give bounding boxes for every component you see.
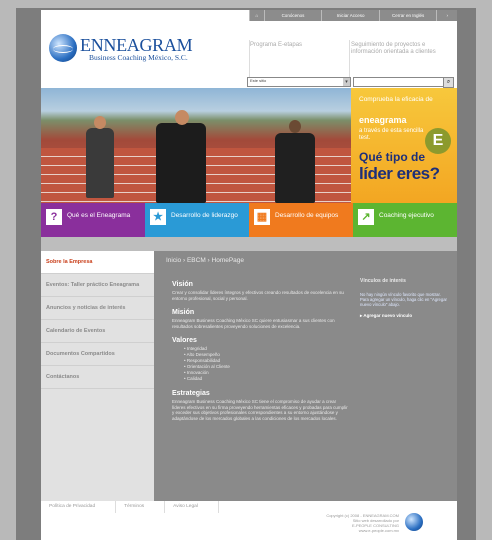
- header-link-program[interactable]: Programa E-etapas: [250, 42, 302, 48]
- logo-subtitle: Business Coaching México, S.C.: [89, 53, 188, 62]
- breadcrumb[interactable]: Inicio › EBCM › HomePage: [166, 257, 244, 264]
- footer-link-privacy[interactable]: Política de Privacidad: [41, 501, 117, 513]
- sidebar-nav: Sobre la Empresa Eventos: Taller práctic…: [41, 251, 160, 501]
- sidebar-item-documentos[interactable]: Documentos Compartidos: [41, 343, 154, 366]
- sidebar-item-sobre-empresa[interactable]: Sobre la Empresa: [41, 251, 160, 274]
- promo-question2: líder eres?: [359, 164, 440, 183]
- person-left: [86, 128, 114, 198]
- topbar-link-login[interactable]: Iniciar Acceso: [321, 10, 379, 21]
- tile-desarrollo-equipos[interactable]: ▦ Desarrollo de equipos: [249, 203, 353, 237]
- topbar-link-about[interactable]: Conócenos: [263, 10, 322, 21]
- separator-band: [41, 237, 457, 251]
- footer-link-legal[interactable]: Aviso Legal: [165, 501, 219, 513]
- tile-coaching-ejecutivo[interactable]: ↗ Coaching ejecutivo: [353, 203, 457, 237]
- main-content-area: Inicio › EBCM › HomePage Visión Crear y …: [154, 251, 457, 501]
- footer-nav: Política de Privacidad Términos Aviso Le…: [41, 501, 219, 513]
- topbar-link-english[interactable]: Cerrar en Inglés: [378, 10, 437, 21]
- sidebar-item-anuncios[interactable]: Anuncios y noticias de interés: [41, 297, 154, 320]
- footer-globe-icon: [405, 513, 423, 531]
- developer-url[interactable]: www.e-people.com.mx: [289, 528, 399, 533]
- favorite-links-panel: Vínculos de interés No hay ningún víncul…: [360, 278, 450, 478]
- globe-logo-icon: [49, 34, 77, 62]
- arrow-icon: ↗: [358, 209, 374, 225]
- tile-que-es-eneagrama[interactable]: ? Qué es el Eneagrama: [41, 203, 145, 237]
- person-right: [275, 133, 315, 203]
- vision-text: Crear y consolidar líderes íntegros y ef…: [172, 290, 344, 301]
- site-logo[interactable]: ENNEAGRAM Business Coaching México, S.C.: [49, 32, 229, 72]
- promo-brand: eneagrama: [359, 115, 407, 125]
- favorite-links-empty-text: No hay ningún vínculo favorito que mostr…: [360, 292, 447, 307]
- team-icon: ▦: [254, 209, 270, 225]
- page: ⌂ Conócenos Iniciar Acceso Cerrar en Ing…: [41, 10, 457, 540]
- person-center: [156, 123, 206, 203]
- chevron-down-icon: ▾: [343, 78, 350, 86]
- vision-heading: Visión: [172, 281, 193, 288]
- site-scope-select[interactable]: Este sitio ▾: [247, 77, 351, 87]
- sidebar-item-calendario[interactable]: Calendario de Eventos: [41, 320, 154, 343]
- copyright-block: Copyright (c) 2008 - ENNEAGRAM.COM Sitio…: [289, 513, 399, 533]
- estrategias-heading: Estrategias: [172, 390, 210, 397]
- person-center-head: [175, 110, 189, 125]
- home-icon[interactable]: ⌂: [249, 10, 264, 21]
- hero-banner-image: [41, 88, 351, 203]
- chevron-icon[interactable]: ›: [436, 10, 457, 21]
- promo-line2: a través de esta sencilla test.: [359, 128, 424, 141]
- tile-desarrollo-liderazgo[interactable]: ★ Desarrollo de liderazgo: [145, 203, 249, 237]
- valores-heading: Valores: [172, 337, 197, 344]
- search-icon[interactable]: ⌕: [443, 77, 454, 88]
- site-scope-value: Este sitio: [250, 78, 267, 83]
- promo-question1: Qué tipo de: [359, 150, 425, 164]
- tile-label: Coaching ejecutivo: [379, 212, 434, 219]
- add-link-button[interactable]: ▸ Agregar nuevo vínculo: [360, 313, 450, 319]
- tile-label: Qué es el Eneagrama: [67, 212, 131, 219]
- add-link-label: Agregar nuevo vínculo: [363, 313, 413, 318]
- trophy-icon: ★: [150, 209, 166, 225]
- footer: Política de Privacidad Términos Aviso Le…: [41, 501, 457, 540]
- person-right-head: [289, 120, 301, 133]
- person-left-head: [94, 116, 106, 129]
- mision-text: Enneagram Business Coaching México SC qu…: [172, 318, 335, 329]
- estrategias-text: Enneagram Business Coaching México SC ti…: [172, 399, 348, 421]
- search-input[interactable]: [353, 77, 451, 87]
- mision-heading: Misión: [172, 309, 195, 316]
- top-utility-bar: ⌂ Conócenos Iniciar Acceso Cerrar en Ing…: [249, 10, 457, 21]
- sidebar-item-eventos[interactable]: Eventos: Taller práctico Eneagrama: [41, 274, 154, 297]
- favorite-links-title: Vínculos de interés: [360, 278, 406, 284]
- question-icon: ?: [46, 209, 62, 225]
- valores-list: Integridad Alto Desempeño Responsabilida…: [172, 346, 348, 382]
- list-item: Calidad: [184, 376, 348, 382]
- header-link-tracking[interactable]: Seguimiento de proyectos e información o…: [351, 42, 441, 56]
- feature-tiles: ? Qué es el Eneagrama ★ Desarrollo de li…: [41, 203, 457, 237]
- sidebar-item-contactanos[interactable]: Contáctanos: [41, 366, 154, 389]
- enneagram-e-icon: E: [425, 128, 451, 154]
- promo-line1: Comprueba la eficacia de: [359, 96, 433, 103]
- tile-label: Desarrollo de liderazgo: [171, 212, 238, 219]
- leadership-test-promo[interactable]: Comprueba la eficacia de eneagrama a tra…: [351, 88, 457, 203]
- footer-link-terms[interactable]: Términos: [116, 501, 166, 513]
- about-content: Visión Crear y consolidar líderes íntegr…: [172, 281, 348, 429]
- tile-label: Desarrollo de equipos: [275, 212, 339, 219]
